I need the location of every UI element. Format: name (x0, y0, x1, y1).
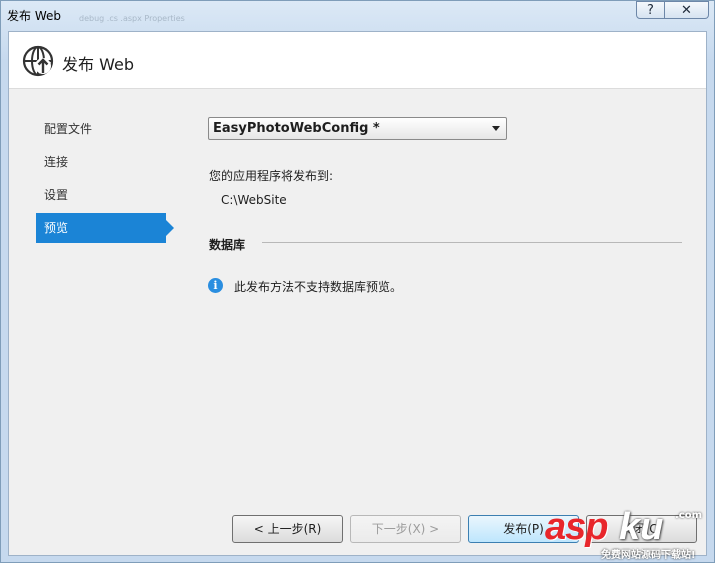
profile-dropdown-value: EasyPhotoWebConfig * (213, 121, 380, 136)
next-button[interactable]: 下一步(X) > (350, 515, 461, 543)
publish-target-path: C:\WebSite (221, 193, 287, 207)
dialog-title: 发布 Web (62, 55, 134, 74)
background-ghost-text: debug .cs .aspx Properties (79, 14, 185, 23)
section-divider (262, 242, 682, 243)
dialog-client-area: 发布 Web 配置文件 连接 设置 预览 EasyPhotoWebConfig … (8, 31, 707, 556)
nav-item-profile[interactable]: 配置文件 (36, 114, 174, 144)
profile-dropdown[interactable]: EasyPhotoWebConfig * (208, 117, 507, 140)
info-icon: i (208, 278, 223, 293)
help-button[interactable]: ? (636, 1, 665, 19)
previous-button[interactable]: < 上一步(R) (232, 515, 343, 543)
nav-item-settings[interactable]: 设置 (36, 180, 174, 210)
chevron-down-icon (492, 126, 500, 131)
publish-target-label: 您的应用程序将发布到: (209, 169, 334, 183)
watermark-tagline: 免费网站源码下载站! (601, 550, 696, 561)
watermark-brand-suffix: ku (619, 506, 664, 548)
dialog-header: 发布 Web (9, 32, 706, 89)
database-section-title: 数据库 (209, 238, 246, 252)
window-frame: 发布 Web debug .cs .aspx Properties ? ✕ 发布… (0, 0, 715, 563)
watermark-brand: asp (545, 506, 608, 548)
watermark-logo: asp ku .com 免费网站源码下载站! (545, 506, 715, 563)
watermark-domain: .com (675, 510, 703, 521)
info-message: 此发布方法不支持数据库预览。 (234, 280, 403, 294)
nav-item-preview[interactable]: 预览 (36, 213, 174, 243)
wizard-nav: 配置文件 连接 设置 预览 (36, 114, 174, 246)
window-title: 发布 Web (7, 9, 61, 23)
globe-publish-icon (22, 45, 54, 77)
title-bar[interactable]: 发布 Web debug .cs .aspx Properties ? ✕ (1, 1, 714, 31)
nav-item-connection[interactable]: 连接 (36, 147, 174, 177)
close-window-button[interactable]: ✕ (665, 1, 709, 19)
